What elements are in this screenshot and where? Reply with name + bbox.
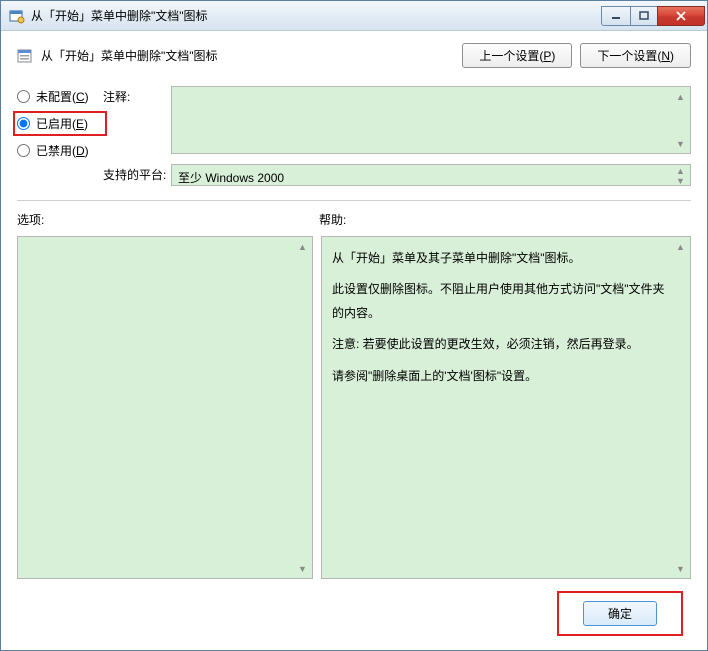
supported-field: 至少 Windows 2000 [171,164,691,186]
comment-field[interactable] [171,86,691,154]
ok-highlight: 确定 [557,591,683,636]
header-row: 从「开始」菜单中删除"文档"图标 上一个设置(P) 下一个设置(N) [17,43,691,68]
supported-label: 支持的平台: [103,164,171,186]
comment-label: 注释: [103,86,171,154]
radio-enabled[interactable]: 已启用(E) [17,115,103,132]
titlebar[interactable]: 从「开始」菜单中删除"文档"图标 [1,1,707,31]
window-controls [602,6,705,26]
policy-icon [17,48,33,64]
help-text: 从「开始」菜单及其子菜单中删除"文档"图标。 此设置仅删除图标。不阻止用户使用其… [332,247,668,388]
help-label: 帮助: [319,211,346,228]
help-paragraph: 请参阅"删除桌面上的'文档'图标"设置。 [332,365,668,388]
prev-setting-button[interactable]: 上一个设置(P) [462,43,572,68]
minimize-button[interactable] [601,6,631,26]
scroll-down-icon[interactable]: ▼ [294,560,311,577]
radio-disabled-input[interactable] [17,144,30,157]
divider [17,200,691,201]
radio-column: 未配置(C) 已启用(E) 已禁用(D) [17,86,103,186]
panes: ▲ ▼ 从「开始」菜单及其子菜单中删除"文档"图标。 此设置仅删除图标。不阻止用… [17,236,691,579]
scroll-up-icon[interactable]: ▲ [294,238,311,255]
window-title: 从「开始」菜单中删除"文档"图标 [31,7,602,24]
close-button[interactable] [657,6,705,26]
scroll-down-icon[interactable]: ▼ [672,176,689,186]
help-paragraph: 注意: 若要使此设置的更改生效，必须注销，然后再登录。 [332,333,668,356]
policy-title: 从「开始」菜单中删除"文档"图标 [41,47,454,64]
app-icon [9,8,25,24]
footer-row: 确定 [17,579,691,636]
maximize-button[interactable] [630,6,658,26]
radio-not-configured-input[interactable] [17,90,30,103]
enabled-highlight: 已启用(E) [13,111,107,136]
window-frame: 从「开始」菜单中删除"文档"图标 从「开始」菜单中删除 [0,0,708,651]
ok-button[interactable]: 确定 [583,601,657,626]
scroll-up-icon[interactable]: ▲ [672,238,689,255]
scroll-up-icon[interactable]: ▲ [672,166,689,176]
options-pane: ▲ ▼ [17,236,313,579]
options-label: 选项: [17,211,319,228]
next-setting-button[interactable]: 下一个设置(N) [580,43,691,68]
help-paragraph: 从「开始」菜单及其子菜单中删除"文档"图标。 [332,247,668,270]
radio-disabled[interactable]: 已禁用(D) [17,142,103,159]
content-area: 从「开始」菜单中删除"文档"图标 上一个设置(P) 下一个设置(N) 未配置(C… [1,31,707,650]
config-row: 未配置(C) 已启用(E) 已禁用(D) 注释: [17,86,691,186]
help-paragraph: 此设置仅删除图标。不阻止用户使用其他方式访问"文档"文件夹的内容。 [332,278,668,325]
scroll-up-icon[interactable]: ▲ [672,88,689,105]
radio-not-configured[interactable]: 未配置(C) [17,88,103,105]
help-pane: 从「开始」菜单及其子菜单中删除"文档"图标。 此设置仅删除图标。不阻止用户使用其… [321,236,691,579]
scroll-down-icon[interactable]: ▼ [672,560,689,577]
scroll-down-icon[interactable]: ▼ [672,135,689,152]
section-labels: 选项: 帮助: [17,211,691,228]
radio-enabled-input[interactable] [17,117,30,130]
